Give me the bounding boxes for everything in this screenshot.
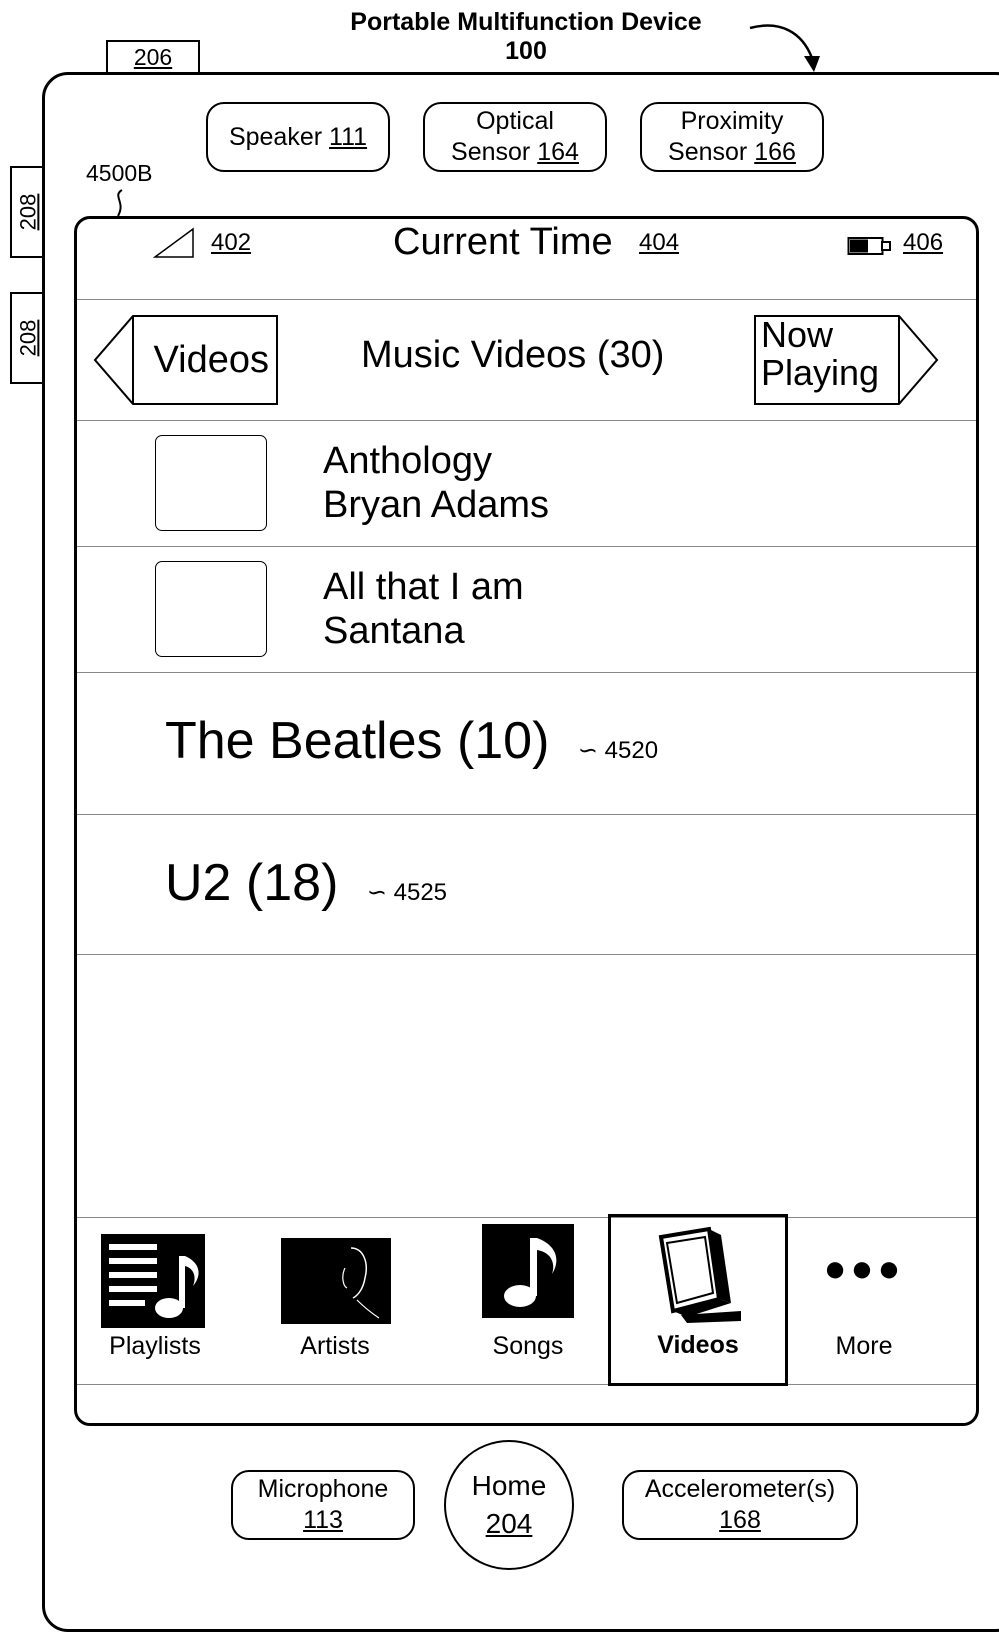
video-title: Anthology	[323, 440, 493, 482]
tab-label: Videos	[657, 1331, 739, 1359]
tab-label: Artists	[300, 1332, 370, 1360]
ref-208-lower-label: 208	[15, 319, 40, 357]
group-row-u2[interactable]: U2 (18) ∽ 4525	[77, 815, 976, 955]
more-icon: ●●●	[823, 1248, 905, 1290]
figure-title-text: Portable Multifunction Device	[350, 8, 702, 36]
side-button-upper[interactable]: 208	[10, 166, 42, 258]
microphone-ref: 113	[303, 1506, 343, 1534]
optical-sensor-ref: 164	[537, 138, 579, 166]
video-row[interactable]: All that I am Santana	[77, 547, 976, 673]
group-ref: 4525	[393, 879, 448, 906]
back-videos-label: Videos	[153, 338, 269, 381]
group-ref-wrap: ∽ 4520	[577, 737, 659, 764]
video-thumbnail	[155, 561, 267, 657]
video-thumbnail	[155, 435, 267, 531]
tab-more[interactable]: ●●● More	[813, 1218, 915, 1386]
screen-ref-label: 4500B	[86, 160, 153, 187]
speaker-label-line: Speaker 111	[229, 122, 367, 153]
video-row-text: All that I am Santana	[323, 565, 524, 653]
ref-206-label: 206	[133, 44, 173, 70]
touch-screen: 402 Current Time 404 406 Videos Music Vi…	[74, 216, 979, 1426]
ref-208-upper-label: 208	[15, 193, 40, 231]
tab-artists[interactable]: Artists	[273, 1218, 397, 1386]
current-time: Current Time	[393, 221, 613, 263]
proximity-sensor-line2: Sensor	[668, 138, 748, 166]
screen-ref-squiggle-icon	[117, 189, 123, 217]
side-button-upper-wrap: 208	[14, 168, 42, 256]
optical-sensor-line2: Sensor	[451, 138, 531, 166]
battery-icon	[847, 237, 891, 255]
side-button-lower-wrap: 208	[14, 294, 42, 382]
tab-label: Songs	[492, 1332, 564, 1360]
tab-videos[interactable]: Videos	[608, 1214, 788, 1386]
figure-pointer-arrow-icon	[749, 24, 820, 72]
proximity-sensor-ref: 166	[754, 138, 796, 166]
side-button-lower[interactable]: 208	[10, 292, 42, 384]
signal-ref: 402	[211, 229, 252, 256]
tab-bar: Playlists Artists Songs Videos ●●● More	[77, 1214, 976, 1386]
group-ref-wrap: ∽ 4525	[366, 879, 448, 906]
home-button[interactable]: Home 204	[444, 1440, 574, 1570]
proximity-sensor-line2-wrap: Sensor 166	[668, 137, 796, 168]
group-label-line: The Beatles (10) ∽ 4520	[165, 711, 658, 771]
nav-bar: Videos Music Videos (30) Now Playing	[77, 299, 976, 421]
group-label: U2 (18)	[165, 854, 339, 912]
signal-strength-icon	[153, 227, 194, 258]
now-playing-button[interactable]: Now Playing	[761, 316, 911, 392]
speaker: Speaker 111	[206, 102, 390, 172]
playlists-icon	[101, 1234, 205, 1328]
microphone: Microphone 113	[231, 1470, 415, 1540]
microphone-label: Microphone	[257, 1475, 389, 1503]
accelerometer-label: Accelerometer(s)	[644, 1475, 836, 1503]
group-label-line: U2 (18) ∽ 4525	[165, 853, 447, 913]
group-row-beatles[interactable]: The Beatles (10) ∽ 4520	[77, 673, 976, 815]
group-label: The Beatles (10)	[165, 712, 550, 770]
proximity-sensor: Proximity Sensor 166	[640, 102, 824, 172]
accelerometer-ref: 168	[719, 1506, 761, 1534]
video-artist: Santana	[323, 610, 465, 652]
ref-206-button[interactable]: 206	[106, 40, 200, 72]
now-playing-line1: Now	[761, 314, 834, 355]
tab-label: More	[835, 1332, 893, 1360]
tab-label: Playlists	[109, 1332, 201, 1360]
video-title: All that I am	[323, 566, 524, 608]
back-videos-button[interactable]: Videos	[93, 314, 279, 406]
speaker-label: Speaker	[228, 122, 323, 151]
group-ref: 4520	[604, 737, 659, 764]
optical-sensor-line1: Optical	[476, 107, 554, 135]
songs-icon	[482, 1224, 574, 1318]
speaker-ref: 111	[329, 122, 368, 151]
home-label: Home	[471, 1470, 547, 1501]
tab-playlists[interactable]: Playlists	[77, 1218, 233, 1386]
now-playing-line2: Playing	[761, 352, 880, 393]
home-ref: 204	[485, 1508, 533, 1539]
video-artist: Bryan Adams	[323, 484, 549, 526]
artists-icon	[281, 1238, 391, 1324]
screen-ref: 4500B	[86, 160, 153, 186]
video-row-text: Anthology Bryan Adams	[323, 439, 549, 527]
optical-sensor-line2-wrap: Sensor 164	[451, 137, 579, 168]
accelerometer: Accelerometer(s) 168	[622, 1470, 858, 1540]
battery-ref: 406	[903, 229, 944, 256]
video-row[interactable]: Anthology Bryan Adams	[77, 421, 976, 547]
nav-title: Music Videos (30)	[361, 334, 665, 376]
time-ref: 404	[639, 229, 680, 256]
tab-songs[interactable]: Songs	[453, 1218, 603, 1386]
videos-icon	[658, 1226, 741, 1323]
optical-sensor: Optical Sensor 164	[423, 102, 607, 172]
status-bar: 402 Current Time 404 406	[77, 219, 976, 299]
proximity-sensor-line1: Proximity	[680, 107, 784, 135]
